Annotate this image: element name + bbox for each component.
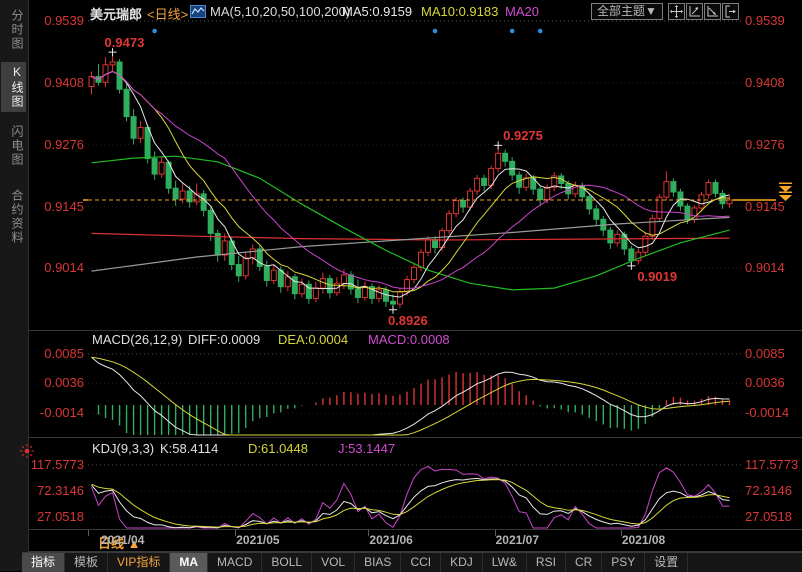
axis-label: 0.0085	[28, 346, 84, 361]
bottom-toolbar: 指标模板VIP指标MAMACDBOLLVOLBIASCCIKDJLW&RSICR…	[22, 552, 802, 572]
price-annotation: 0.9019	[637, 269, 677, 284]
axis-label: 0.9145	[745, 199, 785, 214]
price-annotation: 0.8926	[388, 313, 428, 328]
sidebar-item-lightning-chart[interactable]: 闪电图	[1, 118, 26, 174]
macd-value: MACD:0.0008	[368, 332, 450, 347]
trading-app-window: { "top_bar": { "symbol": "美元瑞郎", "period…	[0, 0, 802, 571]
panel-divider	[28, 437, 802, 438]
ma-settings-label: MA(5,10,20,50,100,200)	[210, 4, 350, 19]
sidebar-item-contract-info[interactable]: 合约资料	[1, 180, 26, 254]
kdj-d-value: D:61.0448	[248, 441, 308, 456]
axis-label: 0.9276	[745, 137, 785, 152]
ma20-value: MA20	[505, 4, 539, 19]
toolbar-item-bias[interactable]: BIAS	[355, 553, 401, 572]
axis-label: 72.3146	[28, 483, 84, 498]
axis-label: 0.0085	[745, 346, 785, 361]
kdj-k-value: K:58.4114	[160, 441, 218, 456]
toolbar-item-cr[interactable]: CR	[566, 553, 602, 572]
panel-divider	[28, 330, 802, 331]
axis-label: 27.0518	[28, 509, 84, 524]
axis-label: 0.9539	[745, 13, 785, 28]
axis-label: 72.3146	[745, 483, 792, 498]
axis-label: 0.9408	[745, 75, 785, 90]
axis-label: 0.9539	[28, 13, 84, 28]
axis-label: 0.9014	[745, 260, 785, 275]
chart-type-icon[interactable]	[190, 5, 206, 23]
ma10-value: MA10:0.9183	[421, 4, 498, 19]
date-label: 2021/07	[496, 533, 539, 547]
axis-label: 0.9014	[28, 260, 84, 275]
toolbar-item-vip-indicators[interactable]: VIP指标	[108, 553, 170, 572]
toolbar-item-cci[interactable]: CCI	[401, 553, 441, 572]
macd-dea-value: DEA:0.0004	[278, 332, 348, 347]
exit-window-icon[interactable]	[722, 3, 739, 20]
month-tick	[88, 530, 89, 536]
scale-axis-right-icon[interactable]	[704, 3, 721, 20]
axis-label: 0.9276	[28, 137, 84, 152]
toolbar-item-indicators[interactable]: 指标	[22, 553, 65, 572]
macd-diff-value: DIFF:0.0009	[188, 332, 260, 347]
toolbar-item-templates[interactable]: 模板	[65, 553, 108, 572]
axis-label: 117.5773	[745, 457, 798, 472]
chart-canvas[interactable]	[0, 0, 802, 571]
sidebar-item-time-chart[interactable]: 分时图	[1, 2, 26, 58]
axis-label: 0.0036	[745, 375, 785, 390]
panel-divider	[28, 529, 802, 530]
toolbar-item-rsi[interactable]: RSI	[527, 553, 566, 572]
toolbar-item-vol[interactable]: VOL	[312, 553, 355, 572]
scale-axis-up-icon[interactable]	[686, 3, 703, 20]
axis-label: -0.0014	[745, 405, 789, 420]
toolbar-item-psy[interactable]: PSY	[602, 553, 645, 572]
date-label: 2021/08	[622, 533, 665, 547]
date-label: 2021/06	[369, 533, 412, 547]
axis-label: 117.5773	[28, 457, 84, 472]
price-annotation: 0.9275	[503, 128, 543, 143]
macd-panel-title[interactable]: MACD(26,12,9)	[92, 332, 182, 347]
toolbar-item-ma[interactable]: MA	[170, 553, 208, 572]
toolbar-item-boll[interactable]: BOLL	[262, 553, 312, 572]
ma5-value: MA5:0.9159	[342, 4, 412, 19]
axis-label: 0.9145	[28, 199, 84, 214]
toolbar-item-lwr[interactable]: LW&	[483, 553, 527, 572]
axis-label: 27.0518	[745, 509, 792, 524]
axis-label: 0.0036	[28, 375, 84, 390]
symbol-title: 美元瑞郎	[90, 4, 142, 23]
kdj-j-value: J:53.1447	[338, 441, 395, 456]
theme-dropdown-button[interactable]: 全部主题▼	[591, 3, 663, 20]
left-sidebar: 分时图 K线图 闪电图 合约资料	[0, 0, 29, 571]
period-tag[interactable]: <日线>	[147, 4, 188, 23]
date-label: 2021/05	[236, 533, 279, 547]
kdj-panel-title[interactable]: KDJ(9,3,3)	[92, 441, 154, 456]
toolbar-item-kdj[interactable]: KDJ	[441, 553, 483, 572]
axis-label: -0.0014	[28, 405, 84, 420]
date-label: 2021/04	[101, 533, 144, 547]
sidebar-item-kline-chart[interactable]: K线图	[1, 62, 26, 112]
toolbar-item-macd[interactable]: MACD	[208, 553, 262, 572]
axis-label: 0.9408	[28, 75, 84, 90]
move-tool-icon[interactable]	[668, 3, 685, 20]
toolbar-item-settings[interactable]: 设置	[645, 553, 688, 572]
price-annotation: 0.9473	[105, 35, 145, 50]
